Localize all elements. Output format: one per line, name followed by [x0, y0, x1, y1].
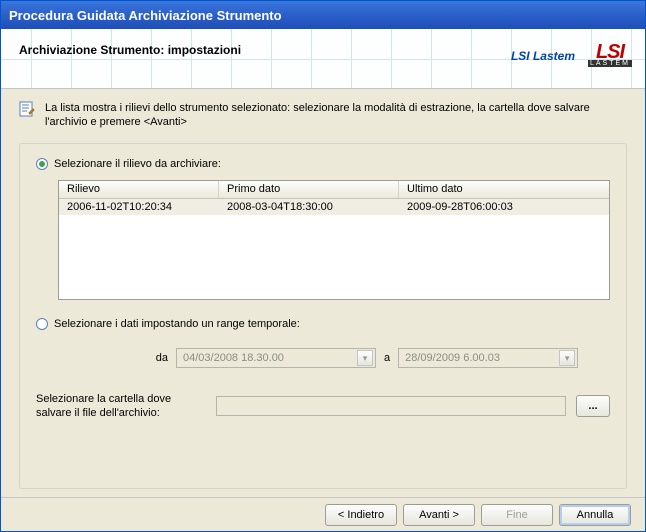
chevron-down-icon: ▾	[357, 350, 373, 366]
back-button-label: < Indietro	[338, 509, 384, 521]
options-group: Selezionare il rilievo da archiviare: Ri…	[19, 143, 627, 489]
logo-bottom: LASTEM	[588, 60, 632, 67]
browse-button-label: ...	[588, 400, 597, 412]
radio-range-label: Selezionare i dati impostando un range t…	[54, 318, 300, 330]
intro-text: La lista mostra i rilievi dello strument…	[45, 101, 627, 129]
logo-top: LSI	[596, 44, 624, 60]
radio-survey-label: Selezionare il rilievo da archiviare:	[54, 158, 221, 170]
table-row[interactable]: 2006-11-02T10:20:34 2008-03-04T18:30:00 …	[59, 199, 609, 215]
range-to-combo: 28/09/2009 6.00.03 ▾	[398, 348, 578, 368]
content-area: La lista mostra i rilievi dello strument…	[1, 89, 645, 497]
folder-input[interactable]	[216, 396, 566, 416]
back-button[interactable]: < Indietro	[325, 504, 397, 526]
finish-button-label: Fine	[506, 509, 527, 521]
intro-row: La lista mostra i rilievi dello strument…	[19, 101, 627, 139]
wizard-window: Procedura Guidata Archiviazione Strument…	[0, 0, 646, 532]
cancel-button[interactable]: Annulla	[559, 504, 631, 526]
radio-range-row[interactable]: Selezionare i dati impostando un range t…	[36, 318, 610, 330]
wizard-footer: < Indietro Avanti > Fine Annulla	[1, 497, 645, 531]
cancel-button-label: Annulla	[577, 509, 614, 521]
titlebar[interactable]: Procedura Guidata Archiviazione Strument…	[1, 1, 645, 29]
folder-label: Selezionare la cartella dove salvare il …	[36, 392, 206, 420]
list-header[interactable]: Rilievo Primo dato Ultimo dato	[59, 181, 609, 199]
range-from-label: da	[58, 352, 168, 364]
chevron-down-icon: ▾	[559, 350, 575, 366]
radio-survey-row[interactable]: Selezionare il rilievo da archiviare:	[36, 158, 610, 170]
range-row: da 04/03/2008 18.30.00 ▾ a 28/09/2009 6.…	[58, 348, 610, 368]
range-from-value: 04/03/2008 18.30.00	[183, 352, 284, 364]
folder-row: Selezionare la cartella dove salvare il …	[36, 392, 610, 420]
cell-ultimo: 2009-09-28T06:00:03	[399, 200, 609, 214]
range-to-value: 28/09/2009 6.00.03	[405, 352, 500, 364]
next-button[interactable]: Avanti >	[403, 504, 475, 526]
next-button-label: Avanti >	[419, 509, 459, 521]
col-rilievo[interactable]: Rilievo	[59, 181, 219, 198]
brand-text: LSI Lastem	[511, 49, 575, 63]
finish-button: Fine	[481, 504, 553, 526]
browse-button[interactable]: ...	[576, 395, 610, 417]
cell-rilievo: 2006-11-02T10:20:34	[59, 200, 219, 214]
window-title: Procedura Guidata Archiviazione Strument…	[9, 8, 282, 23]
edit-icon	[19, 101, 35, 117]
radio-range[interactable]	[36, 318, 48, 330]
col-ultimo-dato[interactable]: Ultimo dato	[399, 181, 609, 198]
brand-logo: LSI LASTEM	[585, 37, 635, 73]
survey-list[interactable]: Rilievo Primo dato Ultimo dato 2006-11-0…	[58, 180, 610, 300]
cell-primo: 2008-03-04T18:30:00	[219, 200, 399, 214]
range-to-label: a	[384, 352, 390, 364]
col-primo-dato[interactable]: Primo dato	[219, 181, 399, 198]
header-band: Archiviazione Strumento: impostazioni LS…	[1, 29, 645, 89]
range-from-combo: 04/03/2008 18.30.00 ▾	[176, 348, 376, 368]
radio-survey[interactable]	[36, 158, 48, 170]
